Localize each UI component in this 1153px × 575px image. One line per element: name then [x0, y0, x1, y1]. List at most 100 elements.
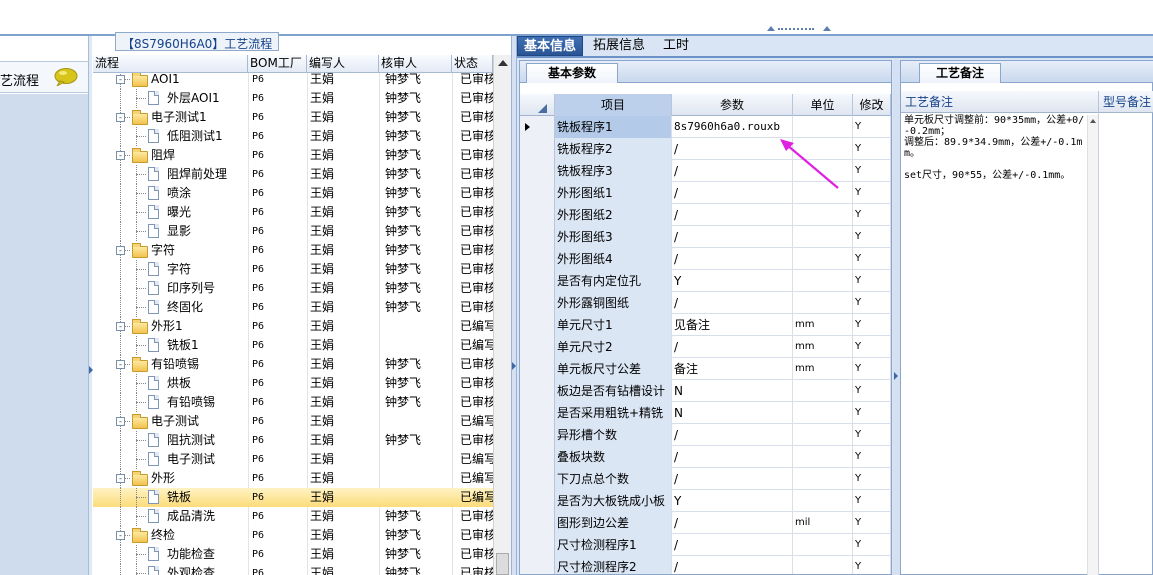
tab-work-hours[interactable]: 工时 — [657, 36, 695, 56]
tab-basic-info[interactable]: 基本信息 — [517, 36, 584, 56]
row-header[interactable] — [520, 160, 555, 182]
row-header[interactable] — [520, 358, 555, 380]
row-header[interactable] — [520, 490, 555, 512]
tree-folder-row[interactable]: - 阻焊 P6 王娟 钟梦飞 已审核 — [93, 146, 493, 165]
tree-folder-row[interactable]: - 电子测试 P6 王娟 已编写 — [93, 412, 493, 431]
param-unit-cell[interactable]: mm — [793, 358, 853, 380]
param-row[interactable]: 外形图纸2/ Y — [520, 204, 891, 226]
tree-folder-row[interactable]: - 终检 P6 王娟 钟梦飞 已审核 — [93, 526, 493, 545]
param-value-cell[interactable]: / — [672, 556, 793, 574]
tree-folder-row[interactable]: - 电子测试1 P6 王娟 钟梦飞 已审核 — [93, 108, 493, 127]
col-header-process[interactable]: 流程 — [93, 55, 248, 73]
collapse-up-icon[interactable] — [823, 26, 831, 31]
param-row[interactable]: 单元尺寸2/mm Y — [520, 336, 891, 358]
param-modify-cell[interactable]: Y — [853, 512, 891, 534]
row-header[interactable] — [520, 468, 555, 490]
param-modify-cell[interactable]: Y — [853, 138, 891, 160]
tree-step-row[interactable]: 外层AOI1 P6 王娟 钟梦飞 已审核 — [93, 89, 493, 108]
row-header[interactable] — [520, 314, 555, 336]
chat-bubble-icon[interactable] — [54, 68, 78, 86]
col-header-reviewer[interactable]: 核审人 — [379, 55, 452, 73]
row-header[interactable] — [520, 534, 555, 556]
tree-step-row[interactable]: 显影 P6 王娟 钟梦飞 已审核 — [93, 222, 493, 241]
param-modify-cell[interactable]: Y — [853, 402, 891, 424]
param-unit-cell[interactable] — [793, 446, 853, 468]
scroll-thumb[interactable] — [496, 553, 509, 575]
tree-step-row[interactable]: 铣板 P6 王娟 已编写 — [93, 488, 493, 507]
param-value-cell[interactable]: / — [672, 468, 793, 490]
param-value-cell[interactable]: Y — [672, 270, 793, 292]
tree-step-row[interactable]: 铣板1 P6 王娟 已编写 — [93, 336, 493, 355]
param-row[interactable]: 图形到边公差 / mil Y — [520, 512, 891, 534]
param-value-cell[interactable]: / — [672, 226, 793, 248]
tree-step-row[interactable]: 烘板 P6 王娟 钟梦飞 已审核 — [93, 374, 493, 393]
tree-step-row[interactable]: 有铅喷锡 P6 王娟 钟梦飞 已审核 — [93, 393, 493, 412]
collapse-toggle-icon[interactable]: - — [116, 246, 125, 255]
row-header[interactable] — [520, 226, 555, 248]
tree-step-row[interactable]: 曝光 P6 王娟 钟梦飞 已审核 — [93, 203, 493, 222]
tree-step-row[interactable]: 字符 P6 王娟 钟梦飞 已审核 — [93, 260, 493, 279]
tree-step-row[interactable]: 终固化 P6 王娟 钟梦飞 已审核 — [93, 298, 493, 317]
collapse-toggle-icon[interactable]: - — [116, 322, 125, 331]
col-header-item[interactable]: 项目 — [555, 94, 672, 116]
param-modify-cell[interactable]: Y — [853, 468, 891, 490]
collapse-right-icon[interactable] — [512, 362, 516, 370]
param-unit-cell[interactable] — [793, 402, 853, 424]
param-unit-cell[interactable]: mil — [793, 512, 853, 534]
param-row[interactable]: 是否为大板铣成小板 Y Y — [520, 490, 891, 512]
param-value-cell[interactable]: / — [672, 138, 793, 160]
param-row[interactable]: 铣板程序1 8s7960h6a0.rouxb Y — [520, 116, 891, 138]
param-modify-cell[interactable]: Y — [853, 556, 891, 574]
row-header[interactable] — [520, 446, 555, 468]
param-row[interactable]: 叠板块数 / Y — [520, 446, 891, 468]
param-row[interactable]: 是否采用粗铣+精铣 N Y — [520, 402, 891, 424]
param-unit-cell[interactable] — [793, 424, 853, 446]
row-header[interactable] — [520, 556, 555, 574]
tree-step-row[interactable]: 阻焊前处理 P6 王娟 钟梦飞 已审核 — [93, 165, 493, 184]
params-splitter[interactable] — [893, 60, 900, 575]
param-modify-cell[interactable]: Y — [853, 182, 891, 204]
param-value-cell[interactable]: / — [672, 534, 793, 556]
param-unit-cell[interactable]: mm — [793, 336, 853, 358]
col-header-modify[interactable]: 修改 — [853, 94, 891, 116]
param-value-cell[interactable]: Y — [672, 490, 793, 512]
param-unit-cell[interactable] — [793, 226, 853, 248]
param-row[interactable]: 外形露铜图纸 / Y — [520, 292, 891, 314]
param-modify-cell[interactable]: Y — [853, 248, 891, 270]
param-modify-cell[interactable]: Y — [853, 336, 891, 358]
row-header[interactable] — [520, 182, 555, 204]
param-modify-cell[interactable]: Y — [853, 116, 891, 138]
nav-item-process[interactable]: 艺流程 — [0, 61, 88, 93]
param-value-cell[interactable]: N — [672, 380, 793, 402]
collapse-toggle-icon[interactable]: - — [116, 75, 125, 84]
param-value-cell[interactable]: 备注 — [672, 358, 793, 380]
col-header-bom[interactable]: BOM工厂 — [248, 55, 307, 73]
param-value-cell[interactable]: / — [672, 336, 793, 358]
param-value-cell[interactable]: N — [672, 402, 793, 424]
collapse-toggle-icon[interactable]: - — [116, 417, 125, 426]
grid-corner[interactable] — [520, 94, 555, 116]
collapse-right-icon[interactable] — [894, 372, 898, 380]
scroll-up-icon[interactable] — [498, 60, 508, 66]
tree-folder-row[interactable]: - 有铅喷锡 P6 王娟 钟梦飞 已审核 — [93, 355, 493, 374]
param-row[interactable]: 是否有内定位孔 Y Y — [520, 270, 891, 292]
param-modify-cell[interactable]: Y — [853, 314, 891, 336]
collapse-toggle-icon[interactable]: - — [116, 474, 125, 483]
row-header[interactable] — [520, 336, 555, 358]
tab-basic-params[interactable]: 基本参数 — [526, 63, 618, 83]
row-header[interactable] — [520, 116, 555, 138]
collapse-up-icon[interactable] — [767, 26, 775, 31]
param-modify-cell[interactable]: Y — [853, 424, 891, 446]
col-header-status[interactable]: 状态 — [452, 55, 493, 73]
tree-step-row[interactable]: 印序列号 P6 王娟 钟梦飞 已审核 — [93, 279, 493, 298]
param-unit-cell[interactable] — [793, 270, 853, 292]
tree-step-row[interactable]: 成品清洗 P6 王娟 钟梦飞 已审核 — [93, 507, 493, 526]
param-unit-cell[interactable] — [793, 292, 853, 314]
param-value-cell[interactable]: / — [672, 424, 793, 446]
param-modify-cell[interactable]: Y — [853, 204, 891, 226]
param-unit-cell[interactable] — [793, 556, 853, 574]
tree-step-row[interactable]: 低阻测试1 P6 王娟 钟梦飞 已审核 — [93, 127, 493, 146]
param-row[interactable]: 外形图纸4/ Y — [520, 248, 891, 270]
param-value-cell[interactable]: / — [672, 182, 793, 204]
row-header[interactable] — [520, 380, 555, 402]
